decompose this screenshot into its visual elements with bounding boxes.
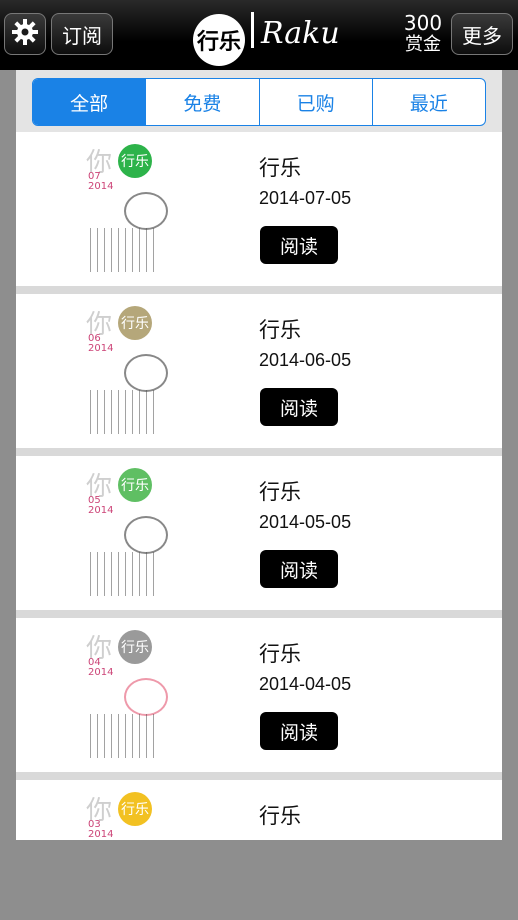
issue-title: 行乐 bbox=[259, 318, 301, 342]
logo-wordmark: Raku bbox=[261, 16, 340, 51]
cover-illustration bbox=[124, 678, 168, 716]
issue-title: 行乐 bbox=[259, 642, 301, 666]
issue-cover[interactable]: 你 行乐 05 2014 bbox=[84, 464, 194, 602]
cover-issue: 06 2014 bbox=[88, 333, 114, 354]
issue-title: 行乐 bbox=[259, 156, 301, 180]
top-bar: 订阅 行乐 Raku 300 赏金 更多 bbox=[0, 0, 518, 70]
tab-all[interactable]: 全部 bbox=[33, 79, 147, 125]
filter-bar: 全部 免费 已购 最近 bbox=[16, 70, 502, 132]
cover-text-block bbox=[90, 714, 160, 758]
bounty-value: 300 bbox=[403, 11, 443, 35]
read-button[interactable]: 阅读 bbox=[260, 388, 338, 426]
issue-cover[interactable]: 你 行乐 06 2014 bbox=[84, 302, 194, 440]
filter-segmented-control: 全部 免费 已购 最近 bbox=[32, 78, 486, 126]
cover-badge: 行乐 bbox=[118, 792, 152, 826]
issue-date: 2014-04-05 bbox=[259, 674, 352, 694]
settings-button[interactable] bbox=[4, 13, 46, 55]
tab-recent[interactable]: 最近 bbox=[373, 79, 485, 125]
issue-title: 行乐 bbox=[259, 804, 301, 828]
issue-date: 2014-07-05 bbox=[259, 188, 352, 208]
cover-issue: 04 2014 bbox=[88, 657, 114, 678]
issue-row: 你 行乐 05 2014 行乐 2014-05-05 阅读 bbox=[16, 456, 502, 618]
tab-purchased[interactable]: 已购 bbox=[260, 79, 373, 125]
issue-row: 你 行乐 03 2014 行乐 bbox=[16, 780, 502, 840]
issue-row: 你 行乐 07 2014 行乐 2014-07-05 阅读 bbox=[16, 132, 502, 294]
issue-date: 2014-05-05 bbox=[259, 512, 352, 532]
issue-list[interactable]: 你 行乐 07 2014 行乐 2014-07-05 阅读 你 行乐 06 2014… bbox=[16, 132, 502, 840]
issue-cover[interactable]: 你 行乐 07 2014 bbox=[84, 140, 194, 278]
read-button[interactable]: 阅读 bbox=[260, 226, 338, 264]
issue-cover[interactable]: 你 行乐 03 2014 bbox=[84, 788, 194, 840]
cover-badge: 行乐 bbox=[118, 306, 152, 340]
bounty-label: 赏金 bbox=[405, 34, 441, 55]
cover-badge: 行乐 bbox=[118, 468, 152, 502]
app-logo: 行乐 Raku bbox=[193, 12, 343, 68]
cover-text-block bbox=[90, 228, 160, 272]
cover-badge: 行乐 bbox=[118, 630, 152, 664]
subscribe-button[interactable]: 订阅 bbox=[51, 13, 113, 55]
issue-title: 行乐 bbox=[259, 480, 301, 504]
issue-cover[interactable]: 你 行乐 04 2014 bbox=[84, 626, 194, 764]
gear-icon bbox=[11, 18, 39, 51]
cover-illustration bbox=[124, 192, 168, 230]
bounty-balance: 300 赏金 bbox=[398, 12, 448, 56]
issue-panel: 全部 免费 已购 最近 你 行乐 07 2014 行乐 2014-07-05 阅读… bbox=[16, 70, 502, 840]
issue-row: 你 行乐 06 2014 行乐 2014-06-05 阅读 bbox=[16, 294, 502, 456]
cover-issue: 05 2014 bbox=[88, 495, 114, 516]
cover-illustration bbox=[124, 516, 168, 554]
cover-text-block bbox=[90, 552, 160, 596]
cover-text-block bbox=[90, 390, 160, 434]
tab-free[interactable]: 免费 bbox=[146, 79, 260, 125]
read-button[interactable]: 阅读 bbox=[260, 712, 338, 750]
cover-issue: 03 2014 bbox=[88, 819, 114, 840]
cover-issue: 07 2014 bbox=[88, 171, 114, 192]
read-button[interactable]: 阅读 bbox=[260, 550, 338, 588]
more-button[interactable]: 更多 bbox=[451, 13, 513, 55]
issue-row: 你 行乐 04 2014 行乐 2014-04-05 阅读 bbox=[16, 618, 502, 780]
logo-divider bbox=[251, 12, 254, 48]
cover-illustration bbox=[124, 354, 168, 392]
logo-badge: 行乐 bbox=[193, 14, 245, 66]
cover-badge: 行乐 bbox=[118, 144, 152, 178]
issue-date: 2014-06-05 bbox=[259, 350, 352, 370]
